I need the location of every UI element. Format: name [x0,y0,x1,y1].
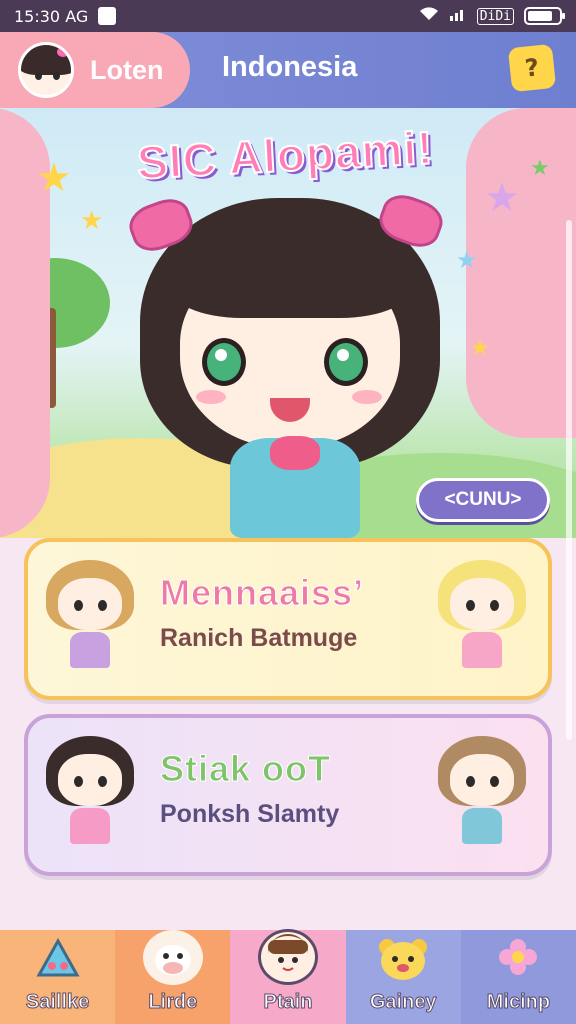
curtain-right [466,108,576,438]
hero-banner: ★ ★ ★ ★ ★ ★ SIC Alopami! <CUNU> [0,108,576,538]
ribbon-icon [270,436,320,470]
nav-item-micinp[interactable]: Micinp [460,930,576,1024]
help-button[interactable]: ? [507,43,557,93]
star-icon: ★ [456,246,478,274]
login-label: Loten [90,54,164,85]
star-icon: ★ [80,206,104,236]
nav-label: Ptain [263,991,313,1014]
page-title: Indonesia [222,51,358,83]
wifi-icon [419,6,439,26]
nav-item-gainey[interactable]: Gainey [345,930,461,1024]
nav-label: Gainey [369,991,437,1014]
avatar [18,42,74,98]
bottom-navigation: Saillke Lirde Ptain Gainey Micinp [0,929,576,1024]
battery-icon [524,7,565,25]
bear-face-icon [373,930,433,985]
nav-label: Micinp [486,991,551,1014]
star-icon: ★ [530,156,550,181]
card-title: Stiak ooT [159,748,332,790]
nav-item-lirde[interactable]: Lirde [115,930,231,1024]
chibi-girl-character [124,178,450,538]
flower-icon [488,930,548,985]
nav-item-saillke[interactable]: Saillke [0,930,116,1024]
mode-card-1[interactable]: Mennaaiss’ Ranich Batmuge [24,538,552,700]
nav-label: Saillke [25,991,90,1014]
notification-icon [98,7,117,25]
mode-card-2[interactable]: Stiak ooT Ponksh Slamty [24,714,552,876]
battery-level [528,11,552,21]
status-time: 15:30 AG [14,6,89,26]
scrollbar[interactable] [566,220,572,740]
help-icon: ? [523,53,541,83]
cellular-signal-icon [449,6,467,26]
chibi-yellow-hair-character [434,560,530,676]
card-subtitle: Ranich Batmuge [160,624,358,652]
nav-item-ptain[interactable]: Ptain [230,929,346,1024]
star-icon: ★ [470,336,490,361]
cow-face-icon [142,930,203,985]
chibi-blonde-character [42,560,138,676]
card-title: Mennaaiss’ [159,572,365,614]
star-icon: ★ [484,175,520,221]
chibi-brown-hair-character [434,736,530,852]
triangle-gem-icon [28,930,88,985]
boy-face-icon [258,929,318,985]
chibi-dark-hair-character [42,736,138,852]
continue-button[interactable]: <CUNU> [416,478,550,522]
nav-label: Lirde [148,991,198,1014]
status-bar: 15:30 AG DiDi [0,0,576,32]
login-button[interactable]: Loten [0,32,190,108]
card-subtitle: Ponksh Slamty [160,800,340,828]
app-header: Loten Indonesia ? [0,32,576,108]
star-icon: ★ [36,155,72,201]
data-indicator: DiDi [476,7,514,25]
continue-label: <CUNU> [444,489,522,510]
